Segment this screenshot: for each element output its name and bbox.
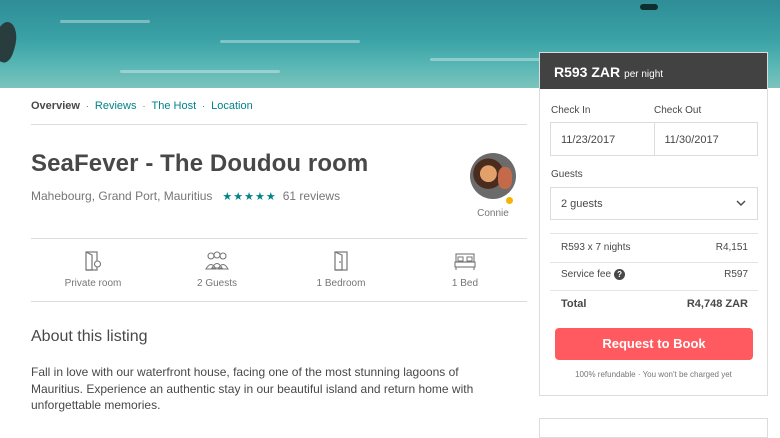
amenity-label: 1 Bedroom	[316, 278, 366, 289]
check-out-input[interactable]: 11/30/2017	[653, 123, 758, 155]
amenity-guests: 2 Guests	[155, 250, 279, 289]
nav-separator: ·	[202, 101, 206, 111]
hero-wave	[60, 20, 150, 23]
divider	[31, 301, 527, 302]
service-fee-value: R597	[724, 269, 748, 280]
check-in-input[interactable]: 11/23/2017	[551, 123, 654, 155]
superhost-badge-icon	[505, 196, 514, 205]
divider	[31, 124, 527, 125]
listing-location: Mahebourg, Grand Port, Mauritius	[31, 189, 213, 203]
amenity-label: 1 Bed	[451, 278, 479, 289]
nav-location[interactable]: Location	[211, 100, 253, 112]
chevron-down-icon	[736, 200, 746, 206]
service-fee-row: Service fee? R597	[561, 269, 748, 280]
listing-location-row: Mahebourg, Grand Port, Mauritius ★★★★★ 6…	[31, 189, 340, 203]
nights-value: R4,151	[715, 242, 748, 253]
host-name[interactable]: Connie	[470, 208, 516, 219]
rating-stars: ★★★★★	[222, 190, 277, 203]
service-fee-label: Service fee	[561, 269, 612, 280]
request-to-book-button[interactable]: Request to Book	[555, 328, 753, 360]
listing-title: SeaFever - The Doudou room	[31, 150, 369, 177]
total-row: Total R4,748 ZAR	[561, 298, 748, 310]
bed-icon	[454, 253, 476, 270]
date-range: 11/23/2017 11/30/2017	[550, 122, 758, 156]
divider	[550, 233, 758, 234]
refund-note: 100% refundable · You won't be charged y…	[575, 370, 732, 379]
nav-overview[interactable]: Overview	[31, 100, 80, 112]
price-bar: R593 ZAR per night	[540, 53, 767, 89]
hero-wave	[120, 70, 280, 73]
hero-boat	[640, 4, 658, 10]
bedroom-door-icon	[334, 251, 348, 271]
amenity-label: Private room	[64, 278, 122, 289]
total-label: Total	[561, 298, 587, 310]
nav-the-host[interactable]: The Host	[152, 100, 197, 112]
nav-reviews[interactable]: Reviews	[95, 100, 137, 112]
divider	[550, 290, 758, 291]
check-out-label: Check Out	[654, 105, 702, 116]
amenity-label: 2 Guests	[196, 278, 238, 289]
nav-separator: ·	[85, 101, 89, 111]
help-icon[interactable]: ?	[614, 269, 626, 280]
nav-separator: ·	[142, 101, 146, 111]
hero-wave	[430, 58, 540, 61]
secondary-card	[539, 418, 768, 438]
nightly-price: R593 ZAR	[554, 64, 621, 80]
total-value: R4,748 ZAR	[686, 298, 748, 310]
divider	[31, 238, 527, 239]
divider	[550, 262, 758, 263]
amenity-private-room: Private room	[31, 250, 155, 289]
booking-card: R593 ZAR per night Check In Check Out 11…	[539, 52, 768, 396]
nights-label: R593 x 7 nights	[561, 242, 631, 253]
about-heading: About this listing	[31, 328, 148, 345]
amenity-bed: 1 Bed	[403, 250, 527, 289]
guests-value: 2 guests	[561, 198, 603, 210]
guests-icon	[205, 251, 229, 270]
price-unit: per night	[624, 69, 664, 80]
hero-rock	[0, 19, 22, 65]
reviews-count[interactable]: 61 reviews	[283, 189, 340, 203]
check-in-label: Check In	[551, 105, 591, 116]
listing-subnav: Overview · Reviews · The Host · Location	[31, 100, 253, 112]
amenity-bedroom: 1 Bedroom	[279, 250, 403, 289]
about-description: Fall in love with our waterfront house, …	[31, 365, 474, 412]
door-icon	[85, 251, 102, 271]
nights-row: R593 x 7 nights R4,151	[561, 242, 748, 253]
amenities-row: Private room 2 Guests 1 Bedroom 1 Bed	[31, 250, 527, 289]
guests-select[interactable]: 2 guests	[550, 187, 758, 220]
host-avatar[interactable]	[470, 153, 516, 199]
hero-wave	[220, 40, 360, 43]
guests-label: Guests	[551, 169, 583, 180]
